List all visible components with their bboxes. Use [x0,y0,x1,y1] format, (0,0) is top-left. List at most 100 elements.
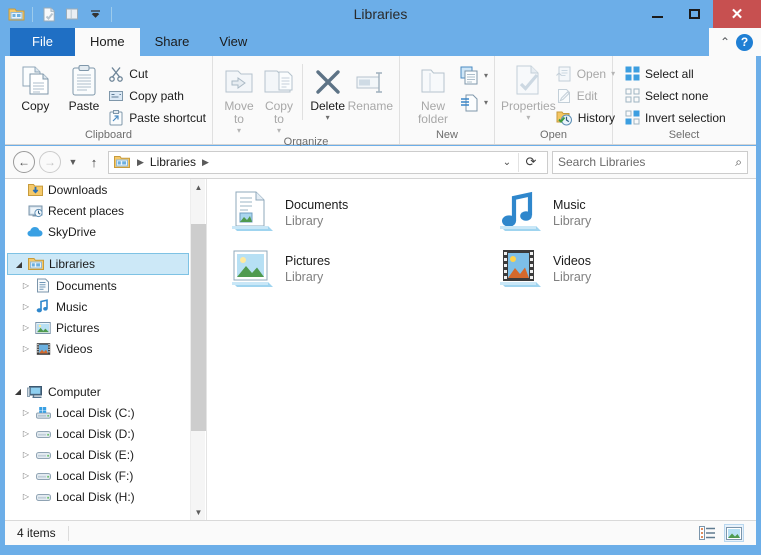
nav-item-local-disk-f[interactable]: ▷ Local Disk (F:) [5,465,193,486]
list-item[interactable]: Documents Library [217,185,485,241]
nav-label-documents: Documents [56,278,117,293]
back-button[interactable]: ← [13,151,35,173]
expander-collapsed-icon[interactable]: ▷ [19,492,33,501]
tab-share[interactable]: Share [140,28,205,56]
organize-divider [301,64,303,120]
history-button[interactable]: History [556,107,615,128]
list-item[interactable]: Pictures Library [217,241,485,297]
expander-expanded-icon[interactable]: ◢ [12,260,26,269]
copy-to-button[interactable]: Copy to ▾ [259,60,299,135]
details-view-button[interactable] [697,524,717,542]
properties-caret-icon[interactable]: ▾ [526,113,530,122]
new-folder-button[interactable]: New folder [406,60,460,126]
recent-places-icon [25,204,45,218]
breadcrumb-item-libraries[interactable]: Libraries [150,155,196,169]
delete-button[interactable]: Delete ▾ [308,60,348,122]
close-icon: ✕ [730,5,744,23]
search-box[interactable]: Search Libraries ⌕ [552,150,748,174]
nav-item-local-disk-e[interactable]: ▷ Local Disk (E:) [5,444,193,465]
expander-collapsed-icon[interactable]: ▷ [19,408,33,417]
maximize-button[interactable] [676,0,713,28]
ribbon-group-new: New folder ▾ ▾ New [400,56,495,144]
help-icon[interactable]: ? [736,33,753,51]
search-icon[interactable]: ⌕ [735,155,742,170]
easy-access-caret-icon[interactable]: ▾ [484,98,488,107]
refresh-icon[interactable]: ⟳ [519,154,543,170]
nav-item-local-disk-c[interactable]: ▷ Local Disk (C:) [5,402,193,423]
ribbon-group-label-clipboard: Clipboard [84,129,133,141]
nav-item-local-disk-d[interactable]: ▷ Local Disk (D:) [5,423,193,444]
content-pane[interactable]: Documents Library Music Library Pictures… [207,179,756,520]
paste-button[interactable]: Paste [60,60,109,113]
nav-item-videos[interactable]: ▷ Videos [5,338,193,359]
expander-collapsed-icon[interactable]: ▷ [19,429,33,438]
large-icons-view-button[interactable] [724,524,744,542]
tab-home[interactable]: Home [74,28,140,56]
expander-collapsed-icon[interactable]: ▷ [19,471,33,480]
expander-collapsed-icon[interactable]: ▷ [19,323,33,332]
tab-file[interactable]: File [10,28,75,56]
expander-collapsed-icon[interactable]: ▷ [19,450,33,459]
expander-collapsed-icon[interactable]: ▷ [19,344,33,353]
delete-caret-icon[interactable]: ▾ [326,113,330,122]
move-to-button[interactable]: Move to ▾ [219,60,259,135]
cut-button[interactable]: Cut [108,63,206,84]
new-item-caret-icon[interactable]: ▾ [484,71,488,80]
ribbon-group-organize: Move to ▾ Copy to ▾ Delete ▾ Rename Orga… [213,56,400,148]
navigation-pane[interactable]: Downloads Recent places SkyDrive ◢ Libra… [5,179,207,520]
copy-button[interactable]: Copy [11,60,60,113]
select-none-button[interactable]: Select none [625,85,726,106]
move-to-caret-icon[interactable]: ▾ [237,126,241,135]
scrollbar-thumb[interactable] [191,224,206,431]
nav-item-downloads[interactable]: Downloads [5,179,193,200]
recent-locations-button[interactable]: ▼ [65,157,81,167]
search-input[interactable]: Search Libraries [558,155,735,169]
list-item[interactable]: Videos Library [485,241,753,297]
expander-collapsed-icon[interactable]: ▷ [19,302,33,311]
new-item-button[interactable]: ▾ [460,65,488,86]
breadcrumb-dropdown-icon[interactable]: ⌄ [496,157,518,168]
expander-collapsed-icon[interactable]: ▷ [19,281,33,290]
forward-button[interactable]: → [39,151,61,173]
properties-button[interactable]: Properties ▾ [501,60,556,122]
nav-item-documents[interactable]: ▷ Documents [5,275,193,296]
breadcrumb-separator-0[interactable]: ▶ [131,157,150,168]
expander-expanded-icon[interactable]: ◢ [11,387,25,396]
nav-item-libraries[interactable]: ◢ Libraries [7,253,189,275]
nav-item-computer[interactable]: ◢ Computer [5,381,193,402]
nav-label-skydrive: SkyDrive [48,224,97,239]
navpane-scrollbar[interactable]: ▲ ▼ [190,179,206,520]
ribbon-group-label-open: Open [540,129,567,141]
close-button[interactable]: ✕ [713,0,761,28]
breadcrumb-separator-1[interactable]: ▶ [196,157,215,168]
list-item-name: Pictures [285,254,331,268]
minimize-button[interactable] [639,0,676,28]
nav-label-pictures: Pictures [56,320,100,335]
nav-label-downloads: Downloads [48,182,108,197]
scroll-down-icon[interactable]: ▼ [191,504,206,520]
nav-item-local-disk-h[interactable]: ▷ Local Disk (H:) [5,486,193,507]
nav-item-skydrive[interactable]: SkyDrive [5,221,193,242]
scroll-up-icon[interactable]: ▲ [191,179,206,195]
paste-shortcut-button[interactable]: Paste shortcut [108,107,206,128]
copy-to-caret-icon[interactable]: ▾ [277,126,281,135]
nav-item-music[interactable]: ▷ Music [5,296,193,317]
chevron-up-icon[interactable]: ⌃ [720,35,730,49]
up-button[interactable]: ↑ [84,155,104,170]
nav-item-pictures[interactable]: ▷ Pictures [5,317,193,338]
invert-selection-button[interactable]: Invert selection [625,107,726,128]
music-icon [33,299,53,314]
list-item[interactable]: Music Library [485,185,753,241]
rename-button[interactable]: Rename [348,60,393,113]
nav-item-recent-places[interactable]: Recent places [5,200,193,221]
copy-path-button[interactable]: Copy path [108,85,206,106]
select-all-button[interactable]: Select all [625,63,726,84]
breadcrumb-bar[interactable]: ▶ Libraries ▶ ⌄ ⟳ [108,150,548,174]
tab-view[interactable]: View [204,28,262,56]
minimize-icon [652,16,663,18]
open-button[interactable]: Open ▾ [555,63,615,84]
easy-access-button[interactable]: ▾ [460,92,488,113]
edit-button[interactable]: Edit [556,85,615,106]
music-library-icon [493,188,545,238]
select-all-label: Select all [645,66,694,81]
